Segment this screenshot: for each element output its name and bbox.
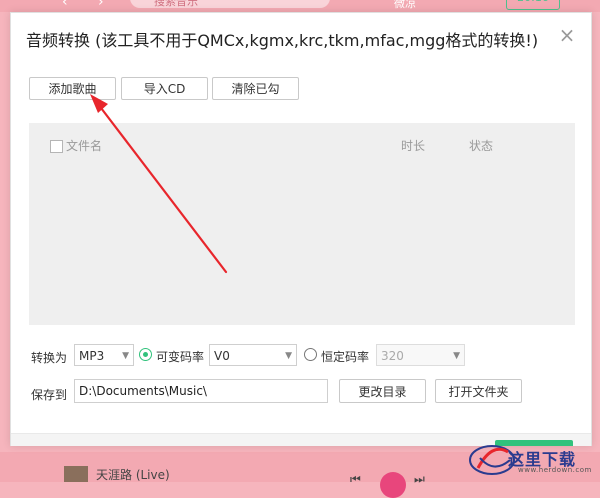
background-user-name: 微凉 (394, 0, 416, 10)
import-cd-button[interactable]: 导入CD (121, 77, 208, 100)
clear-checked-button[interactable]: 清除已勾 (212, 77, 299, 100)
background-search-placeholder: 搜索音乐 (154, 0, 198, 8)
vbr-radio[interactable] (139, 348, 152, 361)
format-select-value: MP3 (79, 349, 105, 363)
chevron-down-icon: ▼ (122, 351, 129, 361)
save-to-label: 保存到 (31, 388, 68, 402)
vbr-select[interactable]: V0 ▼ (209, 344, 297, 366)
change-directory-button[interactable]: 更改目录 (339, 379, 426, 403)
vbr-select-value: V0 (214, 349, 230, 363)
dialog-title: 音频转换 (该工具不用于QMCx,kgmx,krc,tkm,mfac,mgg格式… (26, 31, 539, 50)
back-arrow-icon: ‹ (62, 0, 68, 10)
chevron-down-icon: ▼ (453, 351, 460, 361)
cbr-select[interactable]: 320 ▼ (376, 344, 465, 366)
cbr-label: 恒定码率 (321, 350, 370, 364)
file-list: 文件名 时长 状态 (29, 123, 575, 325)
forward-arrow-icon: › (98, 0, 104, 10)
chevron-down-icon: ▼ (285, 351, 292, 361)
watermark-domain: www.herdown.com (518, 466, 592, 474)
column-header-status: 状态 (469, 139, 494, 153)
next-track-icon: ⏭ (414, 472, 425, 486)
background-app-header: ‹ › 搜索音乐 微凉 20:16 (0, 0, 600, 12)
cbr-radio[interactable] (304, 348, 317, 361)
vbr-label: 可变码率 (156, 350, 205, 364)
close-icon[interactable]: × (557, 25, 577, 45)
background-time-badge: 20:16 (506, 0, 560, 10)
background-search-box: 搜索音乐 (130, 0, 330, 8)
column-header-duration: 时长 (401, 139, 426, 153)
format-select[interactable]: MP3 ▼ (74, 344, 134, 366)
album-cover (64, 466, 88, 482)
cbr-select-value: 320 (381, 349, 404, 363)
open-folder-button[interactable]: 打开文件夹 (435, 379, 522, 403)
audio-convert-dialog: 音频转换 (该工具不用于QMCx,kgmx,krc,tkm,mfac,mgg格式… (10, 12, 592, 446)
play-pause-icon (380, 472, 406, 498)
save-path-input[interactable] (74, 379, 328, 403)
column-header-filename: 文件名 (66, 139, 103, 153)
previous-track-icon: ⏮ (350, 472, 361, 486)
now-playing-title: 天涯路 (Live) (96, 468, 170, 482)
convert-to-label: 转换为 (31, 351, 68, 365)
select-all-checkbox[interactable] (50, 140, 63, 153)
add-song-button[interactable]: 添加歌曲 (29, 77, 116, 100)
